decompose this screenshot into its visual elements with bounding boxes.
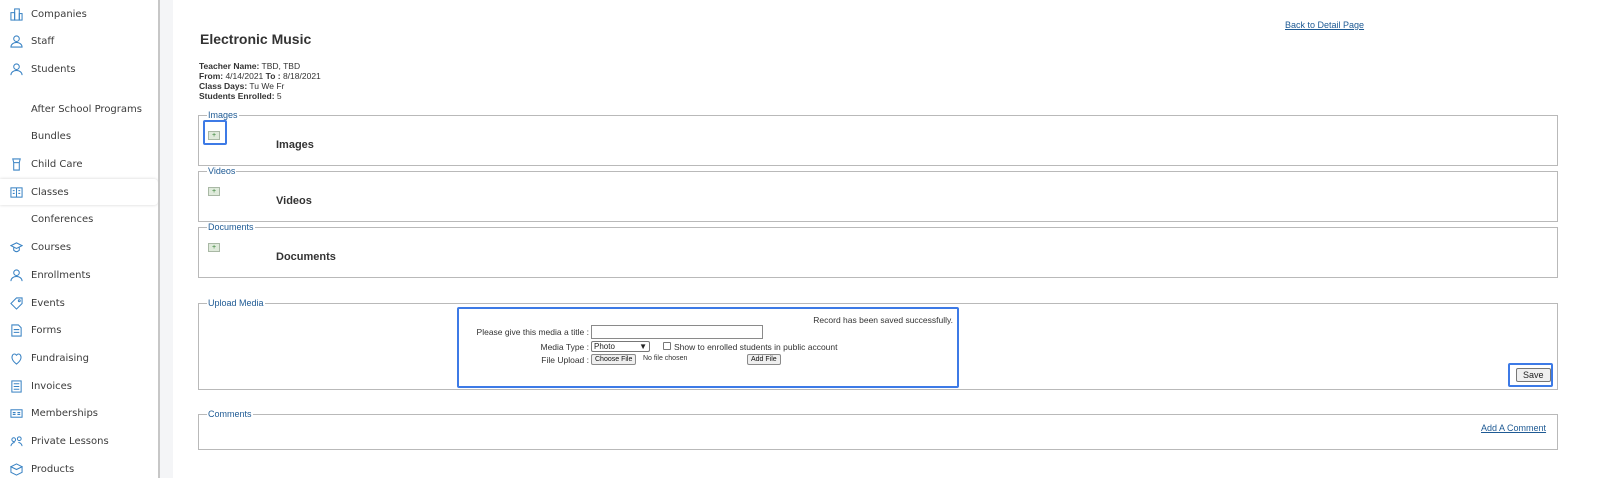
videos-title: Videos xyxy=(276,195,312,207)
students-icon xyxy=(9,62,23,76)
media-type-label: Media Type : xyxy=(540,342,589,352)
to-label: To : xyxy=(265,71,281,81)
images-title: Images xyxy=(276,139,314,151)
no-file-chosen-text: No file chosen xyxy=(643,355,688,362)
sidebar-item-label: Private Lessons xyxy=(31,435,109,447)
sidebar-item-enrollments[interactable]: Enrollments xyxy=(0,262,158,288)
media-title-label: Please give this media a title : xyxy=(476,327,589,337)
sidebar-item-memberships[interactable]: Memberships xyxy=(0,400,158,426)
add-image-highlight xyxy=(203,120,227,145)
choose-file-button[interactable]: Choose File xyxy=(591,354,637,365)
class-info: Teacher Name: TBD, TBD From: 4/14/2021 T… xyxy=(199,61,321,101)
memberships-icon xyxy=(9,406,23,420)
show-to-students-label: Show to enrolled students in public acco… xyxy=(674,342,838,352)
teacher-value: TBD, TBD xyxy=(259,61,301,71)
chevron-down-icon: ▼ xyxy=(639,342,647,351)
sidebar-item-label: Invoices xyxy=(31,380,72,392)
from-value: 4/14/2021 xyxy=(223,71,266,81)
sidebar-item-label: Companies xyxy=(31,8,87,20)
students-enrolled-value: 5 xyxy=(274,91,282,101)
sidebar-item-label: Students xyxy=(31,63,76,75)
save-button[interactable]: Save xyxy=(1516,368,1551,382)
sidebar-item-label: Events xyxy=(31,297,65,309)
staff-icon xyxy=(9,34,23,48)
comments-section: Comments xyxy=(198,409,1558,450)
from-label: From: xyxy=(199,71,224,81)
documents-title: Documents xyxy=(276,251,336,263)
sidebar-item-label: Classes xyxy=(31,186,69,198)
class-days-value: Tu We Fr xyxy=(247,81,285,91)
upload-media-legend: Upload Media xyxy=(208,298,264,308)
page-title: Electronic Music xyxy=(200,31,312,47)
events-icon xyxy=(9,296,23,310)
sidebar-item-products[interactable]: Products xyxy=(0,456,158,482)
forms-icon xyxy=(9,323,23,337)
documents-section: Documents + Documents xyxy=(198,222,1558,278)
class-days-label: Class Days: xyxy=(199,81,248,91)
sidebar-item-students[interactable]: Students xyxy=(0,56,158,82)
sidebar-item-courses[interactable]: Courses xyxy=(0,234,158,260)
students-enrolled-label: Students Enrolled: xyxy=(199,91,275,101)
images-section: Images + Images xyxy=(198,110,1558,166)
videos-section: Videos + Videos xyxy=(198,166,1558,222)
fundraising-icon xyxy=(9,351,23,365)
comments-legend: Comments xyxy=(208,409,252,419)
add-document-button[interactable]: + xyxy=(208,243,220,252)
media-type-value: Photo xyxy=(594,342,615,351)
sidebar-item-label: Memberships xyxy=(31,407,99,419)
classes-icon xyxy=(9,185,23,199)
to-value: 8/18/2021 xyxy=(280,71,321,81)
sidebar-item-label: Bundles xyxy=(31,130,72,142)
sidebar-item-label: Forms xyxy=(31,324,62,336)
sidebar-item-conferences[interactable]: Conferences xyxy=(0,206,158,232)
sidebar-item-staff[interactable]: Staff xyxy=(0,28,158,54)
sidebar-item-label: Staff xyxy=(31,35,55,47)
companies-icon xyxy=(9,7,23,21)
sidebar-item-label: After School Programs xyxy=(31,103,142,115)
add-file-button[interactable]: Add File xyxy=(747,354,781,365)
show-to-students-checkbox[interactable] xyxy=(663,342,671,350)
sidebar-item-label: Fundraising xyxy=(31,352,89,364)
sidebar-item-label: Courses xyxy=(31,241,72,253)
sidebar-item-forms[interactable]: Forms xyxy=(0,317,158,343)
sidebar-item-bundles[interactable]: Bundles xyxy=(0,123,158,149)
sidebar-item-fundraising[interactable]: Fundraising xyxy=(0,345,158,371)
products-icon xyxy=(9,462,23,476)
sidebar: Companies Staff Students After School Pr… xyxy=(0,0,158,478)
media-title-input[interactable] xyxy=(591,325,763,339)
add-video-button[interactable]: + xyxy=(208,187,220,196)
back-to-detail-link[interactable]: Back to Detail Page xyxy=(1285,20,1364,30)
images-legend: Images xyxy=(208,110,238,120)
teacher-label: Teacher Name: xyxy=(199,61,260,71)
sidebar-item-private-lessons[interactable]: Private Lessons xyxy=(0,428,158,454)
sidebar-item-companies[interactable]: Companies xyxy=(0,1,158,27)
media-type-select[interactable]: Photo ▼ xyxy=(591,341,650,352)
sidebar-item-classes[interactable]: Classes xyxy=(0,179,158,205)
sidebar-item-invoices[interactable]: Invoices xyxy=(0,373,158,399)
sidebar-item-label: Child Care xyxy=(31,158,83,170)
sidebar-item-label: Enrollments xyxy=(31,269,91,281)
save-status-message: Record has been saved successfully. xyxy=(813,315,953,325)
private-lessons-icon xyxy=(9,434,23,448)
sidebar-gutter xyxy=(160,0,173,478)
enrollments-icon xyxy=(9,268,23,282)
sidebar-item-events[interactable]: Events xyxy=(0,290,158,316)
child-care-icon xyxy=(9,157,23,171)
sidebar-item-after-school-programs[interactable]: After School Programs xyxy=(0,96,158,122)
invoices-icon xyxy=(9,379,23,393)
sidebar-item-child-care[interactable]: Child Care xyxy=(0,151,158,177)
courses-icon xyxy=(9,240,23,254)
sidebar-item-label: Products xyxy=(31,463,75,475)
videos-legend: Videos xyxy=(208,166,236,176)
file-upload-label: File Upload : xyxy=(541,355,589,365)
documents-legend: Documents xyxy=(208,222,254,232)
add-comment-link[interactable]: Add A Comment xyxy=(1481,423,1546,433)
sidebar-item-label: Conferences xyxy=(31,213,94,225)
